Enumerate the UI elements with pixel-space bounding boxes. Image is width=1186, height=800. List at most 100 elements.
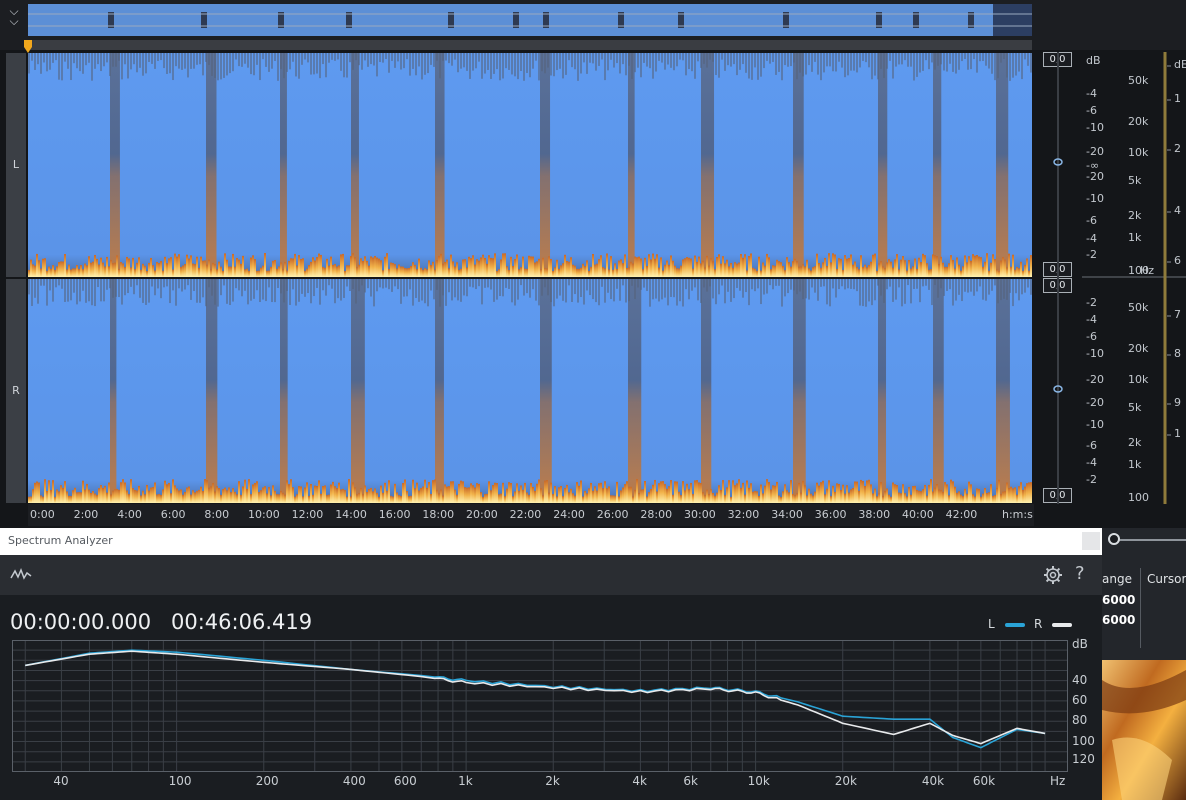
legend-swatch-r xyxy=(1052,622,1073,627)
zoom-slider-track[interactable] xyxy=(1112,539,1186,541)
playhead-marker[interactable] xyxy=(22,40,34,54)
freq-tick: 20k xyxy=(1128,115,1149,128)
freq-tick: 100 xyxy=(1128,491,1149,504)
freq-tick: 5k xyxy=(1128,401,1142,414)
db-label: dB xyxy=(1086,54,1101,67)
spectrogram-left[interactable] xyxy=(28,53,1032,277)
range-value-2: 6000 xyxy=(1102,613,1136,627)
freq-tick: 2k xyxy=(1128,436,1142,449)
overview-ruler xyxy=(28,40,1032,50)
y-tick-label: dB xyxy=(1072,637,1088,652)
help-icon[interactable]: ? xyxy=(1075,563,1085,584)
color-scale-tick: 1 xyxy=(1174,427,1181,440)
gear-icon[interactable] xyxy=(1043,565,1063,585)
channel-tab-right[interactable]: R xyxy=(6,279,26,503)
start-time: 00:00:00.000 xyxy=(10,610,152,634)
y-tick-label: 120 xyxy=(1072,751,1095,766)
series-line-l xyxy=(25,649,1046,749)
time-tick: 34:00 xyxy=(771,508,803,521)
y-tick-label: 40 xyxy=(1072,672,1088,687)
time-tick: 6:00 xyxy=(160,508,186,521)
zoom-slider-knob[interactable] xyxy=(1108,533,1120,545)
x-tick-label: 2k xyxy=(545,774,560,788)
y-tick-label: 80 xyxy=(1072,713,1088,728)
freq-tick: 1k xyxy=(1128,458,1142,471)
x-tick-label: 1k xyxy=(458,774,473,788)
legend-label-l: L xyxy=(988,617,995,631)
db-tick: -6 xyxy=(1086,214,1097,227)
column-divider xyxy=(1140,568,1141,648)
freq-tick: 10k xyxy=(1128,373,1149,386)
db-tick: -2 xyxy=(1086,296,1097,309)
channel-tab-left[interactable]: L xyxy=(6,53,26,277)
freq-tick: 2k xyxy=(1128,209,1142,222)
x-tick-label: 400 xyxy=(342,774,366,788)
db-tick: -6 xyxy=(1086,439,1097,452)
x-tick-label: 200 xyxy=(255,774,279,788)
window-title: Spectrum Analyzer xyxy=(8,534,113,547)
time-tick: 2:00 xyxy=(73,508,99,521)
x-tick-label: 6k xyxy=(683,774,698,788)
time-tick: 18:00 xyxy=(422,508,455,521)
freq-tick: 20k xyxy=(1128,342,1149,355)
legend-right: R xyxy=(1034,617,1073,631)
color-scale-tick: 8 xyxy=(1174,347,1181,360)
db-tick: -10 xyxy=(1086,347,1104,360)
legend-swatch-l xyxy=(1004,622,1025,627)
freq-tick: 1k xyxy=(1128,231,1142,244)
db-tick: -4 xyxy=(1086,313,1097,326)
time-tick: 30:00 xyxy=(684,508,716,521)
x-tick-label: 600 xyxy=(393,774,417,788)
y-tick-label: 60 xyxy=(1072,692,1088,707)
waveform-icon[interactable] xyxy=(10,567,32,581)
end-time: 00:46:06.419 xyxy=(171,610,313,634)
db-tick: -4 xyxy=(1086,456,1097,469)
db-tick: -4 xyxy=(1086,232,1097,245)
time-tick: 10:00 xyxy=(248,508,280,521)
color-scale-tick: 9 xyxy=(1174,396,1181,409)
legend-label-r: R xyxy=(1034,617,1043,631)
series-line-r xyxy=(25,650,1046,745)
time-tick: 28:00 xyxy=(640,508,673,521)
spectrum-plot[interactable] xyxy=(12,640,1068,772)
freq-tick: 50k xyxy=(1128,301,1149,314)
scale-lines xyxy=(1053,52,1186,504)
db-tick: -20 xyxy=(1086,373,1104,386)
spectrogram-right[interactable] xyxy=(28,279,1032,503)
close-button[interactable] xyxy=(1082,532,1100,550)
color-scale-tick: 6 xyxy=(1174,254,1181,267)
spectrogram-scales: 0,0 0,0 0,0 0,0 dB Hz -4-6-10-20-∞-20-10… xyxy=(1034,50,1186,506)
x-tick-label: 40k xyxy=(921,774,945,788)
time-tick: 36:00 xyxy=(814,508,847,521)
freq-tick: 5k xyxy=(1128,174,1142,187)
color-scale-tick: 4 xyxy=(1174,204,1181,217)
time-tick: 16:00 xyxy=(378,508,411,521)
db-tick: -10 xyxy=(1086,418,1104,431)
range-value-1: 6000 xyxy=(1102,593,1136,607)
collapse-icon[interactable]: ⌵ ⌵ xyxy=(4,5,24,36)
x-tick-label: Hz xyxy=(1050,774,1066,788)
color-scale-tick: 2 xyxy=(1174,142,1181,155)
time-tick: 24:00 xyxy=(553,508,585,521)
db-tick: -6 xyxy=(1086,104,1097,117)
db-tick: -6 xyxy=(1086,330,1097,343)
spectrum-analyzer-titlebar[interactable] xyxy=(0,528,1102,555)
db-tick: -2 xyxy=(1086,248,1097,261)
time-tick: 0:00 xyxy=(30,508,55,521)
x-tick-label: 60k xyxy=(972,774,996,788)
overview-waveform[interactable] xyxy=(28,4,1032,36)
db-tick: -2 xyxy=(1086,473,1097,486)
range-column-header[interactable]: ange xyxy=(1102,572,1132,586)
time-tick: 12:00 xyxy=(291,508,324,521)
x-tick-label: 10k xyxy=(747,774,770,788)
time-tick: 26:00 xyxy=(596,508,629,521)
db-tick: -10 xyxy=(1086,121,1104,134)
freq-tick: 50k xyxy=(1128,74,1149,87)
db-tick: -10 xyxy=(1086,192,1104,205)
background-image xyxy=(1102,660,1186,800)
db-tick: -20 xyxy=(1086,396,1104,409)
cursor-column-header[interactable]: Cursor xyxy=(1147,572,1186,586)
time-ruler[interactable]: 0:00 2:00 4:00 6:00 8:00 10:00 12:00 14:00 16:00… xyxy=(28,504,1034,526)
time-tick: h:m:s xyxy=(1002,508,1033,521)
time-tick: 32:00 xyxy=(727,508,760,521)
